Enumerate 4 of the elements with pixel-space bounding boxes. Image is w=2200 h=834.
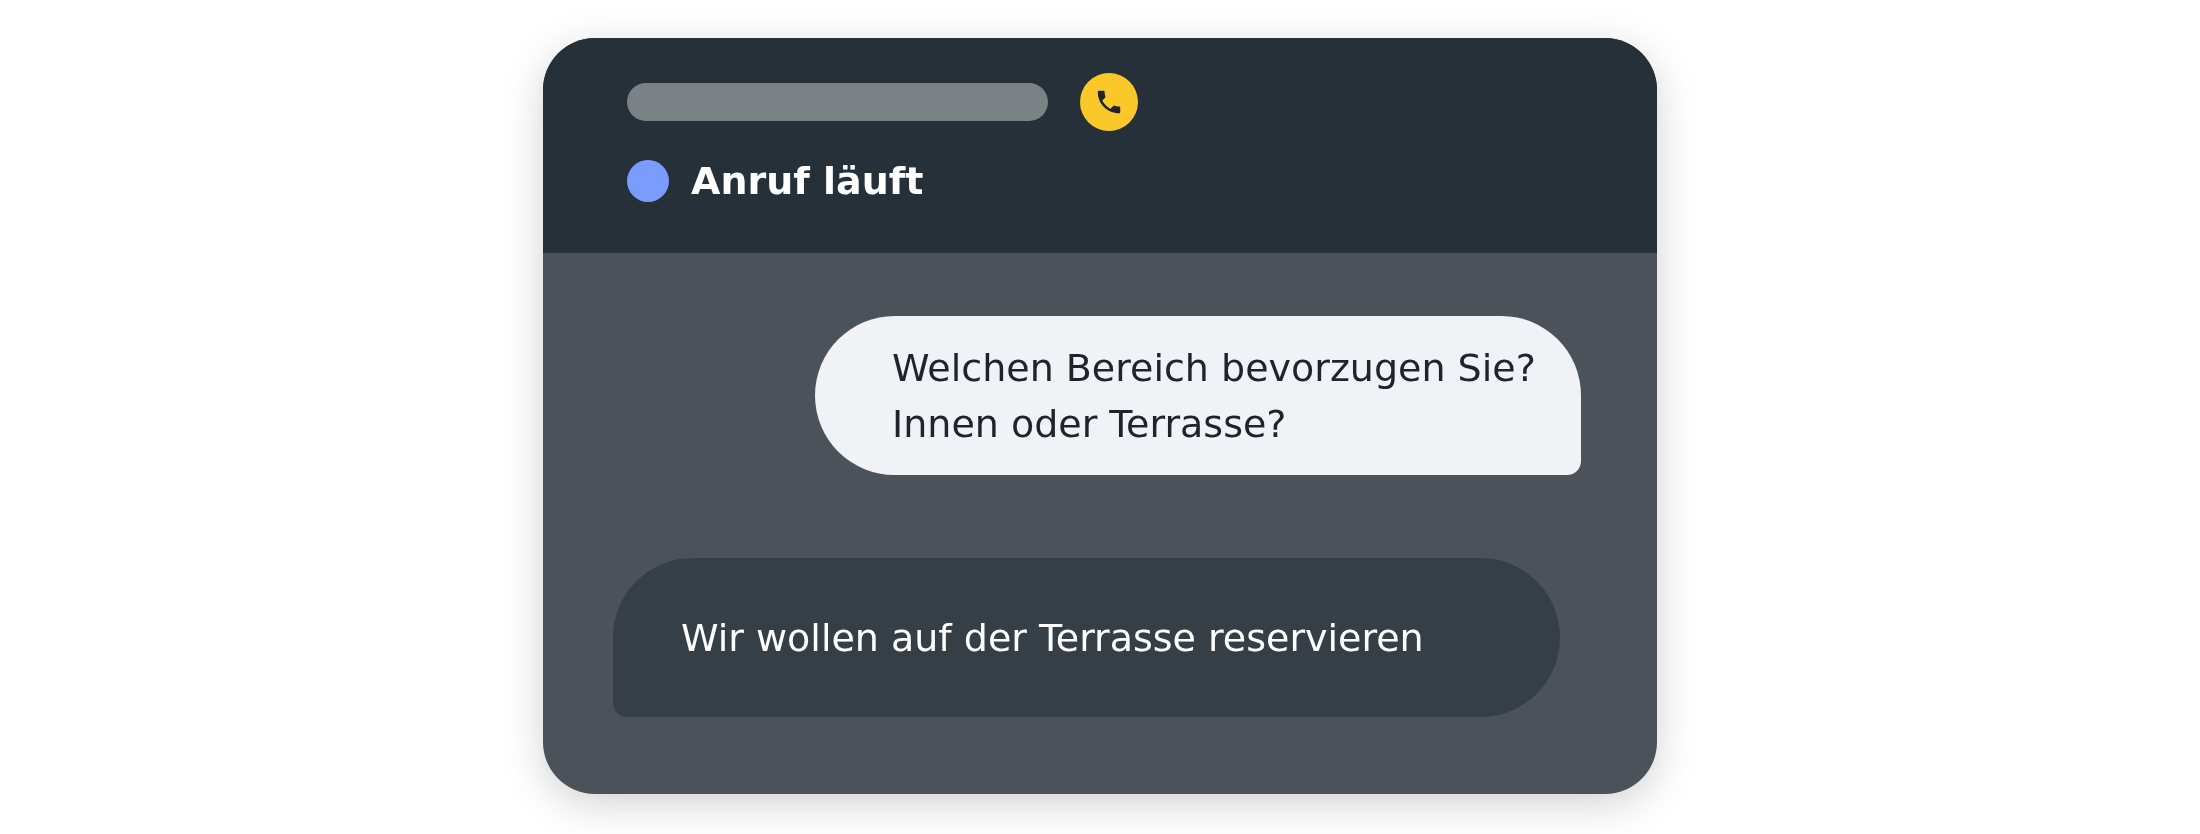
phone-icon	[1080, 73, 1138, 131]
message-bubble: Welchen Bereich bevorzugen Sie? Innen oder Terrasse?	[815, 316, 1581, 475]
call-status: Anruf läuft	[691, 159, 924, 203]
message-bubble: Wir wollen auf der Terrasse reservieren	[613, 558, 1560, 717]
